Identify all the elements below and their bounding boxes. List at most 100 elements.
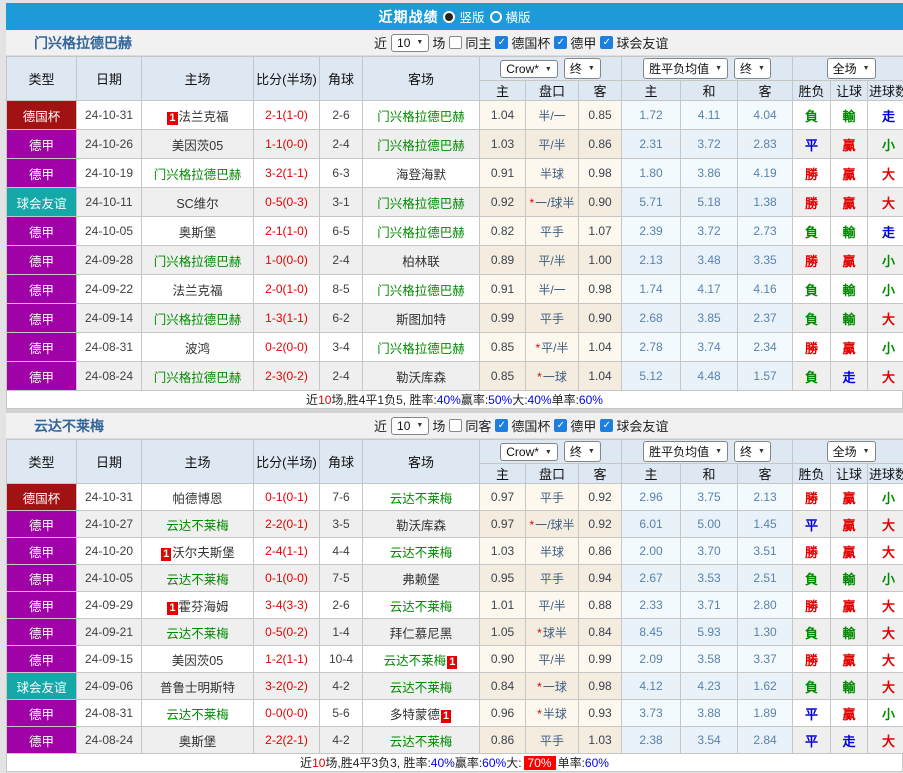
corners-cell: 10-4 [319,645,363,673]
asia-line: 球半 [542,625,567,640]
team-name: 奥斯堡 [178,225,217,240]
league-filter-checkbox-2[interactable]: ✓ [600,419,614,432]
league-cell: 德甲 [6,303,77,333]
corners-cell: 4-4 [319,537,363,565]
avg-home: 2.00 [621,537,682,565]
league-filter-checkbox-1[interactable]: ✓ [554,419,568,432]
team-section: 门兴格拉德巴赫近 10 ▼ 场同主 ✓ 德国杯 ✓ 德甲 ✓ 球会友谊 类型 日期 主场 比分(半场) 角球… [6,30,903,409]
avg-away: 2.84 [737,726,794,754]
team-name: 波鸿 [184,341,210,356]
league-filter-checkbox-1[interactable]: ✓ [554,36,568,49]
chevron-down-icon: ▼ [416,39,424,46]
team-name: 帕德博恩 [172,491,223,506]
avg-draw: 3.72 [680,129,739,159]
away-team-cell: 门兴格拉德巴赫 [362,274,480,304]
corners-cell: 2-4 [319,129,363,159]
asia-home-odds: 0.91 [479,158,526,188]
col-handicap: 让球 [830,463,869,484]
col-away: 客场 [362,439,480,484]
asia-home-odds: 0.89 [479,245,526,275]
avg-home: 2.67 [621,564,682,592]
league-cell: 德国杯 [6,483,77,511]
league-cell: 德甲 [6,361,77,391]
team-title: 云达不莱梅 [34,417,104,434]
match-row: 德甲 24-09-21 云达不莱梅 0-5(0-2) 1-4 拜仁慕尼黑 1.05 *球半 0.… [6,618,903,646]
result-cell: 平 [792,726,832,754]
odds-stage-select[interactable]: 终 ▼ [563,58,601,79]
odds-company-select[interactable]: Crow* ▼ [500,443,558,461]
home-team-cell: 奥斯堡 [141,216,254,246]
avg-stage-select[interactable]: 终 ▼ [734,58,771,79]
avg-away: 2.37 [737,303,794,333]
handicap-cell: 贏 [830,158,869,188]
date-cell: 24-10-19 [76,158,142,188]
col-asia-away: 客 [577,80,623,101]
odds-company-select-value: Crow* [506,445,539,459]
team-name: 多特蒙德 [389,707,440,722]
asia-line: 平手 [539,733,564,748]
page: 近期战绩 竖版 横版 门兴格拉德巴赫近 10 ▼ 场同主 ✓ 德国杯 ✓ 德甲 ✓ 球会友谊 类型日… [0,0,903,773]
handicap-cell: 輸 [830,100,869,130]
away-team-cell: 云达不莱梅 [362,672,480,700]
recent-count-select[interactable]: 10 ▼ [391,33,430,52]
section-controls: 云达不莱梅近 10 ▼ 场同客 ✓ 德国杯 ✓ 德甲 ✓ 球会友谊 [6,413,903,439]
asia-home-odds: 1.04 [479,100,526,130]
asia-line-cell: 平/半 [525,129,579,159]
date-cell: 24-10-11 [76,187,142,217]
league-filter-label-2: 球会友谊 [616,419,669,434]
avg-home: 2.38 [621,726,682,754]
avg-away: 2.34 [737,332,794,362]
avg-metric-select[interactable]: 胜平负均值 ▼ [643,441,729,462]
chevron-down-icon: ▼ [862,448,870,455]
avg-draw: 3.70 [680,537,739,565]
match-row: 德甲 24-10-05 云达不莱梅 0-1(0-0) 7-5 弗赖堡 0.95 平手 0.94 2… [6,564,903,592]
asia-away-odds: 1.07 [577,216,623,246]
same-venue-checkbox[interactable] [449,419,463,432]
horizontal-layout-label: 横版 [505,11,531,25]
avg-away: 2.51 [737,564,794,592]
horizontal-layout-radio[interactable]: 横版 [489,7,531,26]
home-team-cell: 云达不莱梅 [141,510,254,538]
avg-draw: 3.54 [680,726,739,754]
avg-home: 2.78 [621,332,682,362]
asia-home-odds: 0.86 [479,726,526,754]
league-filter-checkbox-0[interactable]: ✓ [495,36,509,49]
avg-stage-select[interactable]: 终 ▼ [734,441,771,462]
corners-cell: 2-4 [319,361,363,391]
odds-stage-select[interactable]: 终 ▼ [563,441,601,462]
avg-home: 6.01 [621,510,682,538]
vertical-layout-radio[interactable]: 竖版 [443,7,485,26]
odds-company-select[interactable]: Crow* ▼ [500,60,558,78]
col-asia-line: 盘口 [525,463,579,484]
league-filter-label-1: 德甲 [570,419,597,434]
league-filter-checkbox-0[interactable]: ✓ [495,419,509,432]
asia-away-odds: 1.03 [577,726,623,754]
score-cell: 3-2(0-2) [253,672,320,700]
col-asia-away: 客 [577,463,623,484]
scope-select[interactable]: 全场 ▼ [826,58,876,79]
score-cell: 1-1(0-0) [253,129,320,159]
away-team-cell: 云达不莱梅 [362,483,480,511]
scope-select[interactable]: 全场 ▼ [826,441,876,462]
team-name: 云达不莱梅 [166,572,229,587]
same-venue-checkbox[interactable] [449,36,463,49]
corners-cell: 8-5 [319,274,363,304]
corners-cell: 2-4 [319,245,363,275]
summary-part: 大: [512,393,528,407]
avg-draw: 5.93 [680,618,739,646]
handicap-cell: 贏 [830,699,869,727]
recent-count-select[interactable]: 10 ▼ [391,416,430,435]
asia-line-cell: 平手 [525,216,579,246]
team-name: 沃尔夫斯堡 [172,545,235,560]
col-home: 主场 [141,56,254,101]
league-filter-checkbox-2[interactable]: ✓ [600,36,614,49]
col-goals: 进球数 [867,80,903,101]
asia-line: 平/半 [541,340,569,355]
asia-line: 半球 [542,706,567,721]
avg-home: 2.33 [621,591,682,619]
matches-table: 类型 日期 主场 比分(半场) 角球 客场 Crow* ▼ 终 ▼ 胜平负均值 ▼ 终 ▼ 全场 ▼ 主盘口客主… [6,439,903,754]
team-title: 门兴格拉德巴赫 [34,34,132,51]
avg-metric-select[interactable]: 胜平负均值 ▼ [643,58,729,79]
score-cell: 2-2(0-1) [253,510,320,538]
team-name: 拜仁慕尼黑 [389,626,453,641]
